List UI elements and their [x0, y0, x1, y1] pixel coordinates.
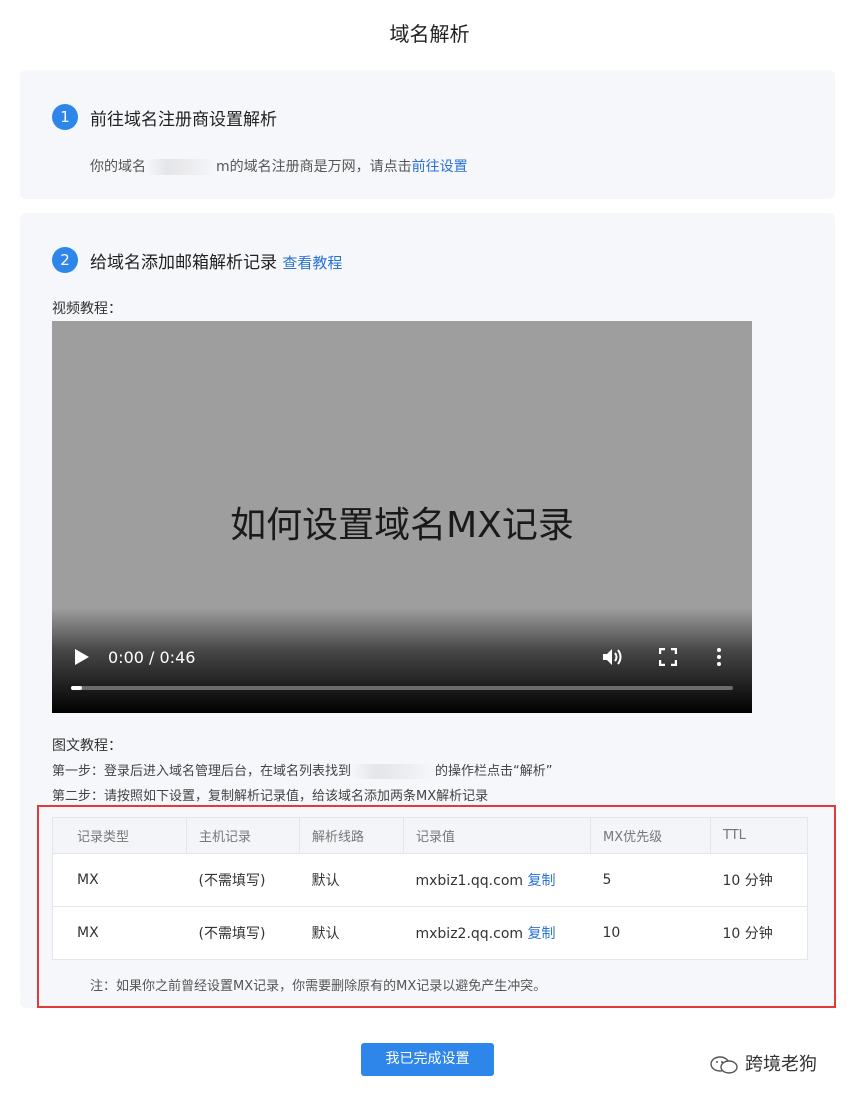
tutorial-step1: 第一步：登录后进入域名管理后台，在域名列表找到 的操作栏点击“解析” [52, 760, 553, 779]
step1-card: 1 前往域名注册商设置解析 你的域名 m的域名注册商是万网，请点击前往设置 [20, 70, 835, 199]
text-tutorial-title: 图文教程： [52, 738, 122, 754]
header-host: 主机记录 [186, 817, 300, 854]
tutorial-step1-suffix: 的操作栏点击“解析” [435, 764, 553, 779]
header-value: 记录值 [403, 817, 591, 854]
dns-records-table: 记录类型 主机记录 解析线路 记录值 MX优先级 TTL MX (不需填写) 默… [52, 817, 808, 960]
page-title: 域名解析 [389, 22, 470, 46]
watermark-text: 跨境老狗 [745, 1054, 817, 1075]
video-player[interactable]: 如何设置域名MX记录 0:00 / 0:46 [52, 321, 752, 713]
tutorial-step2: 第二步：请按照如下设置，复制解析记录值，给该域名添加两条MX解析记录 [52, 789, 489, 804]
view-tutorial-link[interactable]: 查看教程 [282, 254, 342, 272]
cell-line: 默认 [299, 906, 404, 960]
header-ttl: TTL [710, 817, 808, 854]
cell-ttl: 10 分钟 [710, 853, 808, 907]
fullscreen-icon[interactable] [659, 648, 677, 666]
redacted-domain [351, 764, 436, 779]
header-line: 解析线路 [299, 817, 404, 854]
cell-priority: 5 [590, 853, 711, 907]
video-progress-bar[interactable] [71, 686, 733, 690]
volume-icon[interactable] [602, 647, 624, 667]
table-row: MX (不需填写) 默认 mxbiz2.qq.com 复制 10 10 分钟 [52, 906, 808, 960]
desc-middle: 的域名注册商是万网，请点击 [229, 159, 412, 175]
video-tutorial-label: 视频教程： [52, 301, 122, 317]
play-icon[interactable] [74, 648, 90, 666]
desc-prefix: 你的域名 [90, 159, 146, 175]
cell-host: (不需填写) [186, 906, 300, 960]
cell-host: (不需填写) [186, 853, 300, 907]
cell-value: mxbiz2.qq.com 复制 [403, 906, 591, 960]
record-value: mxbiz1.qq.com [415, 873, 524, 889]
cell-ttl: 10 分钟 [710, 906, 808, 960]
step2-number-badge: 2 [52, 247, 78, 273]
header-record-type: 记录类型 [52, 817, 187, 854]
more-options-icon[interactable] [716, 647, 722, 667]
desc-suffix-char: m [216, 159, 230, 175]
cell-value: mxbiz1.qq.com 复制 [403, 853, 591, 907]
wechat-icon [710, 1056, 738, 1074]
cell-type: MX [52, 853, 187, 907]
conflict-note: 注：如果你之前曾经设置MX记录，你需要删除原有的MX记录以避免产生冲突。 [90, 979, 547, 994]
cell-type: MX [52, 906, 187, 960]
copy-button[interactable]: 复制 [527, 926, 555, 942]
video-caption: 如何设置域名MX记录 [230, 505, 574, 546]
redacted-domain [146, 159, 216, 175]
step2-title-text: 给域名添加邮箱解析记录 [90, 253, 277, 273]
watermark: 跨境老狗 [709, 1050, 817, 1076]
step2-title: 给域名添加邮箱解析记录 查看教程 [90, 248, 342, 273]
record-value: mxbiz2.qq.com [415, 926, 524, 942]
header-mx-priority: MX优先级 [590, 817, 711, 854]
step1-title: 前往域名注册商设置解析 [90, 110, 277, 130]
copy-button[interactable]: 复制 [527, 873, 555, 889]
video-progress-fill [71, 686, 83, 690]
step1-number-badge: 1 [52, 104, 78, 130]
cell-line: 默认 [299, 853, 404, 907]
cell-priority: 10 [590, 906, 711, 960]
tutorial-step1-prefix: 第一步：登录后进入域名管理后台，在域名列表找到 [52, 764, 352, 779]
done-button[interactable]: 我已完成设置 [361, 1043, 494, 1076]
table-row: MX (不需填写) 默认 mxbiz1.qq.com 复制 5 10 分钟 [52, 853, 808, 907]
video-time: 0:00 / 0:46 [108, 648, 196, 667]
table-header-row: 记录类型 主机记录 解析线路 记录值 MX优先级 TTL [52, 817, 808, 854]
goto-settings-link[interactable]: 前往设置 [412, 159, 468, 175]
step1-description: 你的域名 m的域名注册商是万网，请点击前往设置 [90, 156, 468, 176]
